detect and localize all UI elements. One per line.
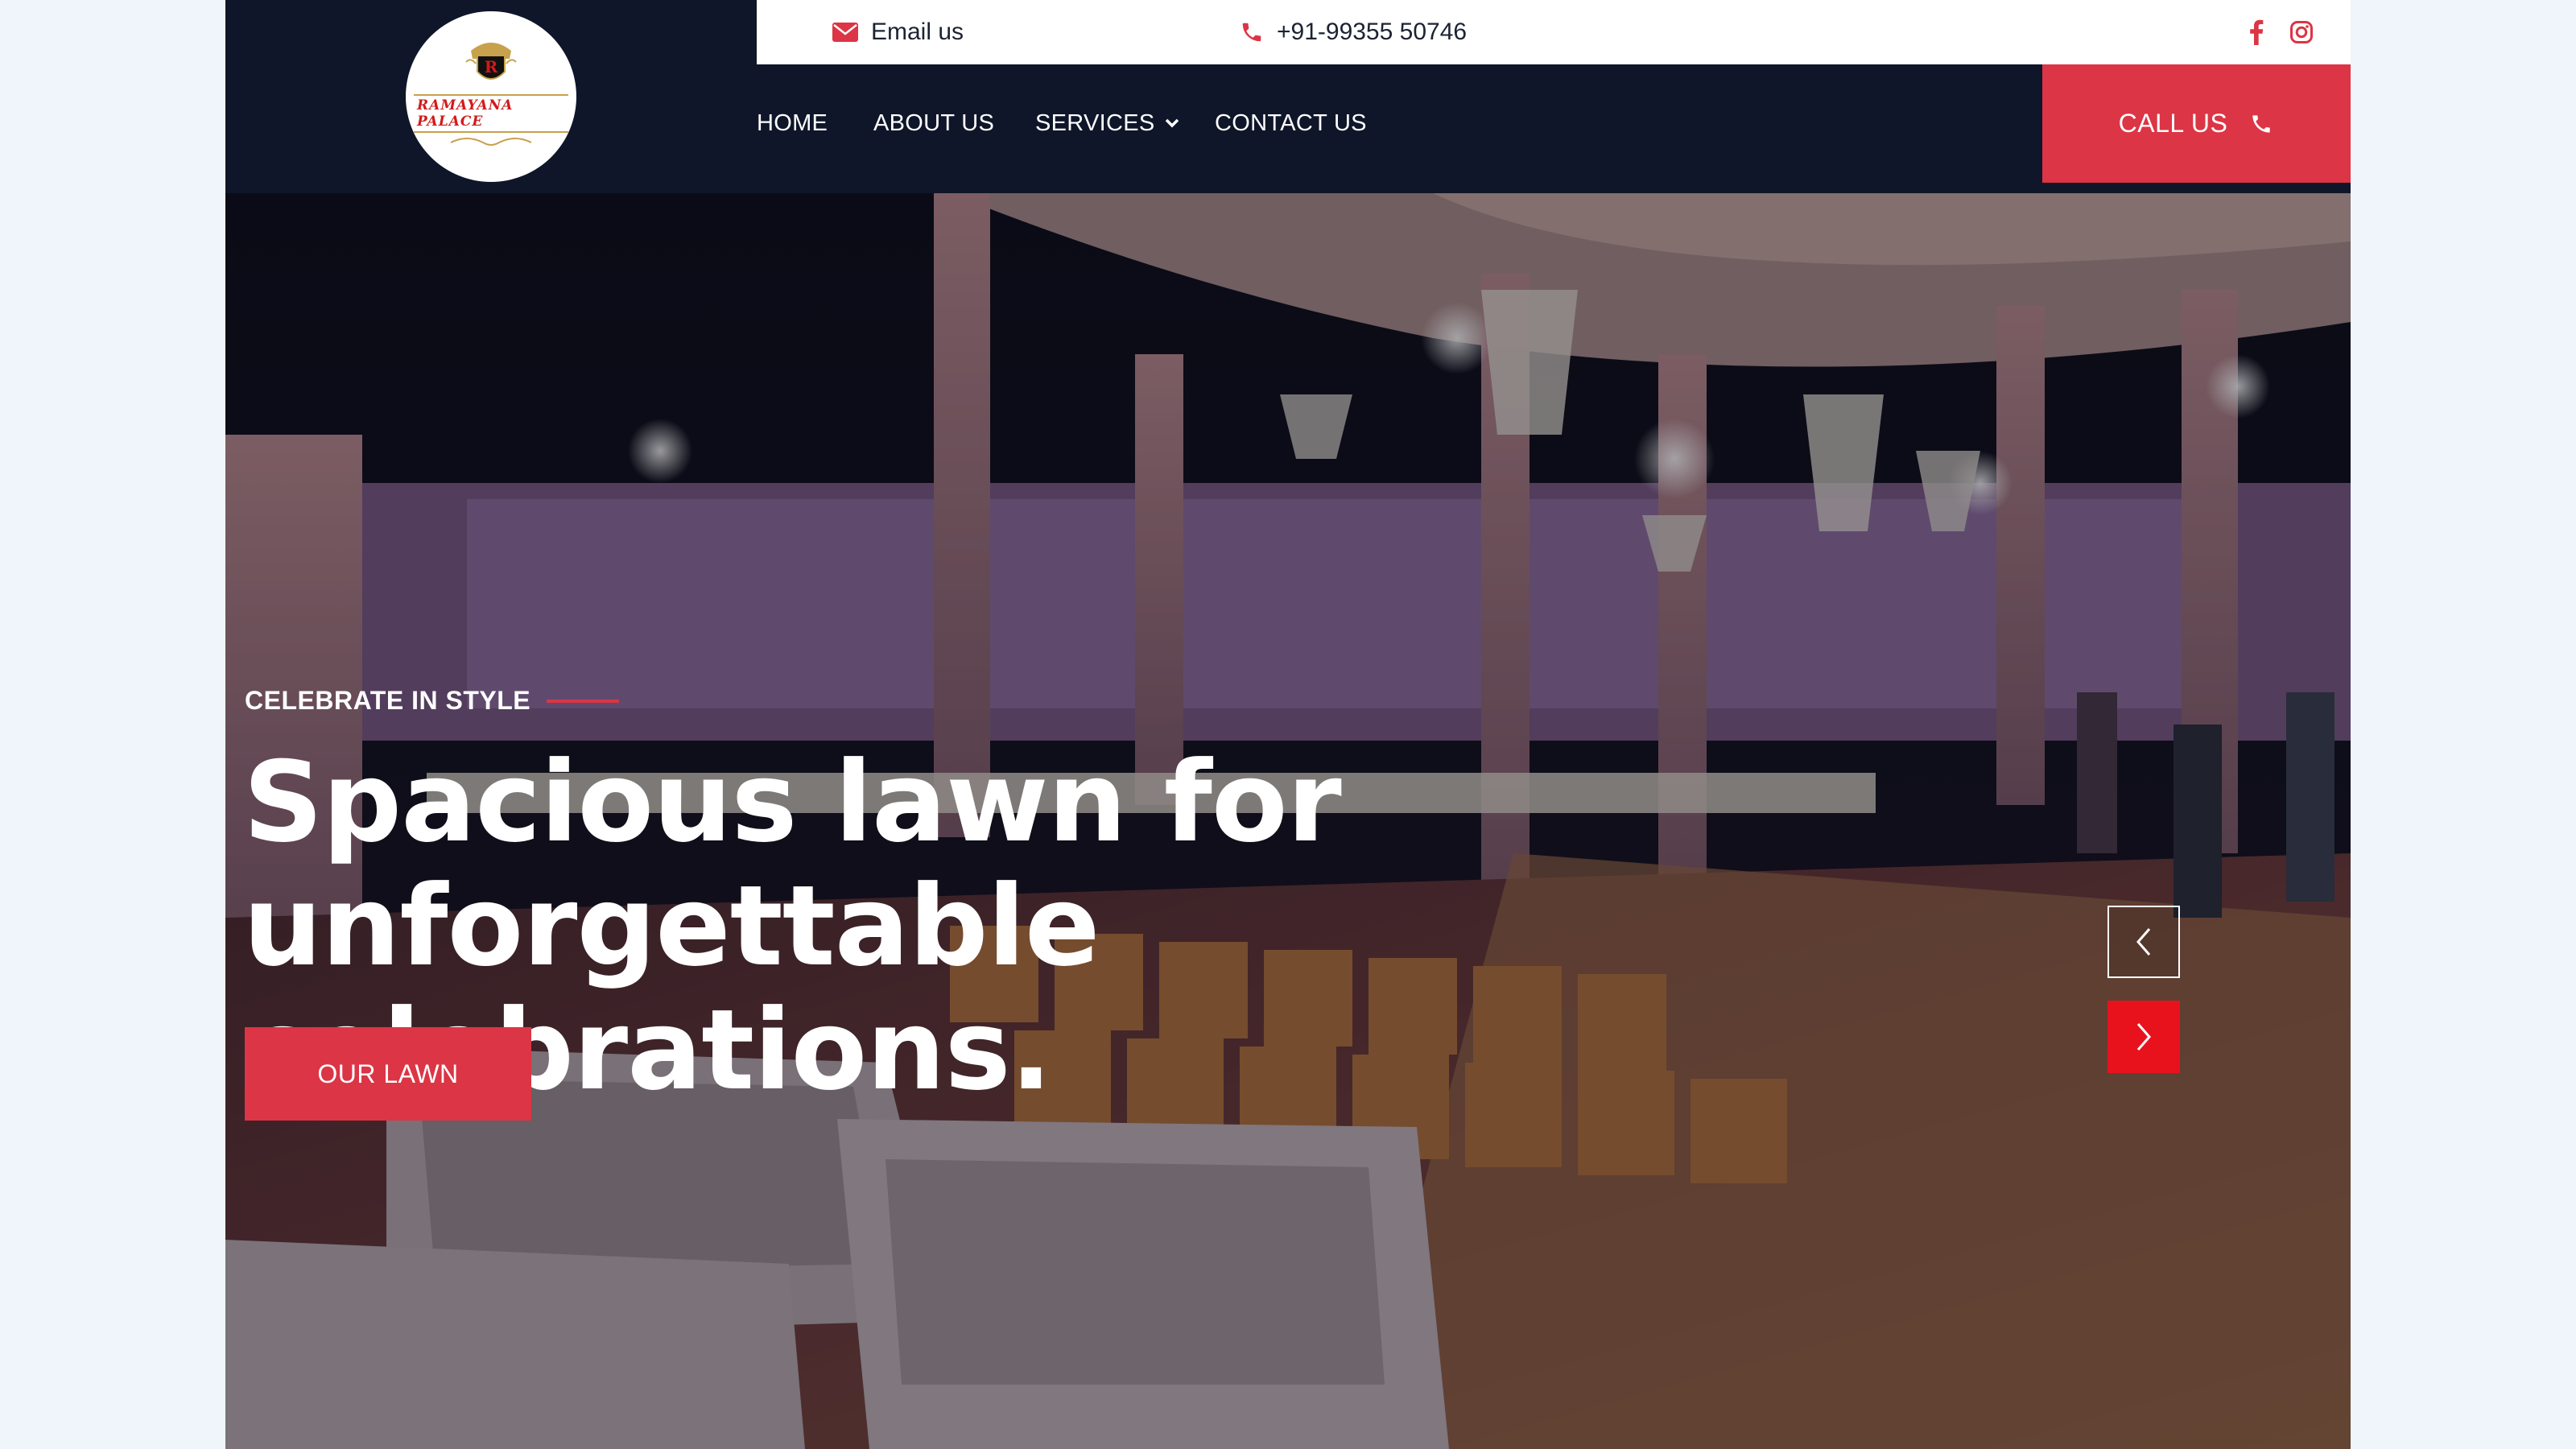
crest-icon: R — [465, 43, 517, 80]
chevron-left-icon — [2136, 928, 2151, 956]
call-us-label: CALL US — [2118, 109, 2228, 138]
hero-eyebrow: CELEBRATE IN STYLE — [245, 686, 620, 716]
hero-slider: CELEBRATE IN STYLE Spacious lawn for unf… — [225, 193, 2351, 1449]
website: R RAMAYANA PALACE Email us +91-99355 507… — [225, 0, 2351, 1449]
svg-text:R: R — [485, 57, 498, 76]
phone-icon — [1242, 23, 1261, 42]
eyebrow-divider — [547, 699, 620, 703]
call-us-button[interactable]: CALL US — [2042, 64, 2351, 183]
slider-prev-button[interactable] — [2107, 906, 2180, 978]
logo-area: R RAMAYANA PALACE — [225, 0, 757, 193]
chevron-down-icon — [1165, 118, 1179, 128]
envelope-icon — [832, 23, 858, 42]
top-bar: Email us +91-99355 50746 — [757, 0, 2351, 64]
email-link[interactable]: Email us — [832, 0, 964, 64]
chevron-right-icon — [2136, 1023, 2151, 1051]
phone-label: +91-99355 50746 — [1277, 19, 1468, 45]
ornament-icon — [450, 138, 532, 146]
hero-headline-line1: Spacious lawn for unforgettable — [243, 737, 1342, 991]
facebook-link[interactable] — [2249, 0, 2264, 64]
phone-icon — [2252, 114, 2271, 133]
instagram-icon — [2290, 21, 2313, 43]
phone-link[interactable]: +91-99355 50746 — [1240, 0, 1467, 64]
hero-eyebrow-text: CELEBRATE IN STYLE — [245, 686, 531, 715]
logo-text: RAMAYANA PALACE — [414, 94, 568, 133]
logo[interactable]: R RAMAYANA PALACE — [409, 14, 573, 179]
slider-next-button[interactable] — [2107, 1001, 2180, 1073]
nav-about-us[interactable]: ABOUT US — [873, 64, 994, 182]
nav-services[interactable]: SERVICES — [1035, 64, 1179, 182]
instagram-link[interactable] — [2289, 0, 2314, 64]
nav-services-label: SERVICES — [1035, 109, 1155, 136]
our-lawn-button[interactable]: OUR LAWN — [245, 1027, 531, 1121]
nav-home[interactable]: HOME — [757, 64, 828, 182]
facebook-icon — [2250, 19, 2264, 45]
nav-contact-us[interactable]: CONTACT US — [1215, 64, 1367, 182]
email-label: Email us — [871, 19, 964, 45]
